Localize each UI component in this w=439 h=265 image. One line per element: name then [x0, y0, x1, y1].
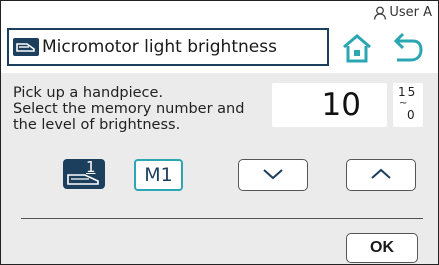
user-icon	[373, 6, 387, 20]
range-min: 0	[407, 108, 415, 122]
handpiece-number: 1	[86, 158, 96, 176]
screen: User A Micromotor light brightness Pick …	[0, 0, 439, 265]
brightness-value-display: 10	[272, 83, 387, 127]
decrease-button[interactable]	[238, 159, 308, 191]
page-title: Micromotor light brightness	[42, 37, 277, 57]
title-box: Micromotor light brightness	[7, 28, 329, 66]
back-arrow-icon	[389, 32, 425, 70]
instruction-line-2: Select the memory number and	[13, 101, 245, 117]
instruction-line-1: Pick up a handpiece.	[13, 85, 164, 101]
ok-button[interactable]: OK	[346, 233, 418, 263]
chevron-down-icon	[262, 166, 284, 185]
memory-button[interactable]: M1	[134, 159, 183, 191]
handpiece-icon	[13, 38, 39, 56]
brightness-range: 15 ~ 0	[393, 83, 423, 127]
increase-button[interactable]	[346, 159, 416, 191]
handpiece-icon	[67, 174, 99, 185]
brightness-value: 10	[321, 87, 361, 123]
user-indicator: User A	[373, 5, 432, 20]
settings-panel: Pick up a handpiece. Select the memory n…	[1, 73, 438, 264]
instruction-line-3: the level of brightness.	[13, 117, 181, 133]
instructions: Pick up a handpiece. Select the memory n…	[13, 85, 263, 133]
user-label: User A	[389, 5, 432, 20]
header: Micromotor light brightness	[7, 28, 427, 68]
ok-label: OK	[370, 239, 394, 256]
chevron-up-icon	[370, 166, 392, 185]
back-button[interactable]	[389, 30, 425, 66]
handpiece-select-button[interactable]: 1	[63, 158, 105, 189]
range-max: 15	[398, 85, 418, 99]
home-icon	[339, 34, 375, 70]
divider	[21, 218, 423, 219]
home-button[interactable]	[339, 30, 375, 66]
memory-label: M1	[144, 164, 173, 186]
